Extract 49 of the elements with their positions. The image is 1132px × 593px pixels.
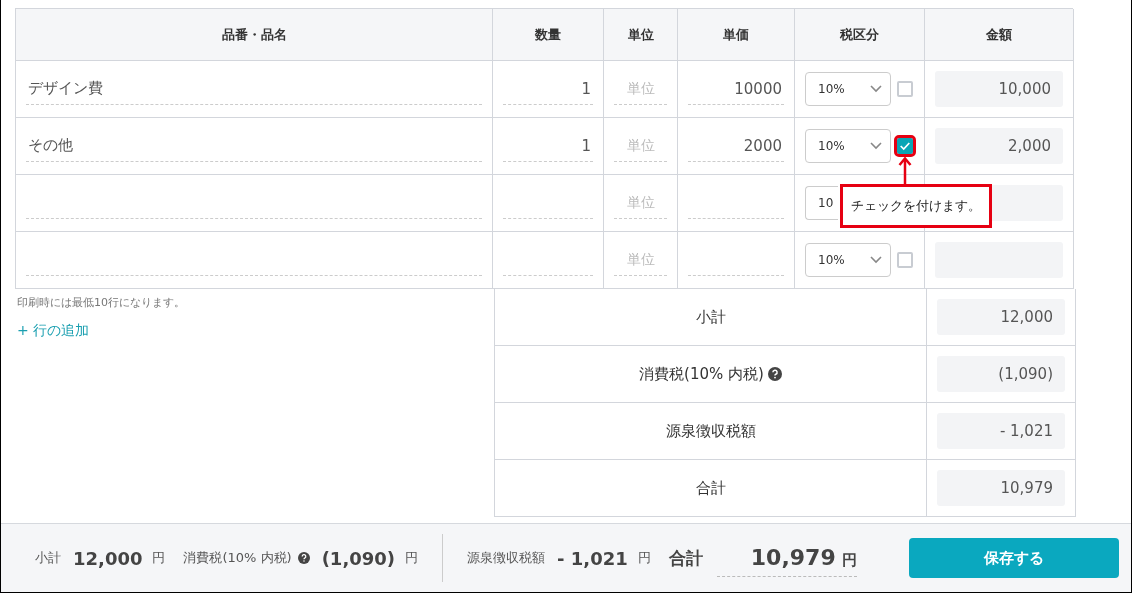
yen-unit: 円	[405, 549, 419, 567]
help-icon[interactable]	[767, 367, 782, 381]
column-header: 単位	[604, 9, 678, 61]
item-name-field[interactable]: デザイン費	[26, 73, 482, 105]
quantity-field[interactable]: 1	[503, 130, 593, 162]
tax-rate-select[interactable]: 10%	[805, 72, 891, 106]
summary-value: 12,000	[937, 299, 1065, 335]
tax-rate-select[interactable]: 10%	[805, 243, 891, 277]
column-header: 税区分	[795, 9, 925, 61]
summary-label: 消費税(10% 内税)	[639, 364, 764, 384]
summary-value: (1,090)	[937, 356, 1065, 392]
total-label: 合計	[668, 546, 703, 570]
quantity-field[interactable]: 1	[503, 73, 593, 105]
withholding-checkbox[interactable]	[897, 138, 913, 154]
summary-value: 10,979	[937, 470, 1065, 506]
footer-label: 小計	[35, 549, 61, 567]
footer-label: 源泉徴収税額	[467, 549, 546, 567]
total-value: 10,979	[750, 545, 836, 570]
amount-field: 2,000	[935, 128, 1063, 164]
summary-label: 源泉徴収税額	[665, 421, 756, 441]
chevron-down-icon	[870, 256, 882, 264]
tax-rate-select[interactable]: 10	[805, 186, 838, 220]
callout-arrow	[898, 156, 912, 186]
amount-field: 10,000	[935, 71, 1063, 107]
footer-value: 12,000	[73, 547, 143, 569]
item-name-field[interactable]: その他	[26, 130, 482, 162]
withholding-checkbox[interactable]	[897, 81, 913, 97]
summary-value: - 1,021	[937, 413, 1065, 449]
footer-value: - 1,021	[557, 547, 628, 569]
tax-rate-select[interactable]: 10%	[805, 129, 891, 163]
column-header: 単価	[678, 9, 795, 61]
column-header: 品番・品名	[16, 9, 493, 61]
footer-label: 消費税(10% 内税)	[183, 549, 292, 567]
column-header: 数量	[493, 9, 604, 61]
chevron-down-icon	[870, 85, 882, 93]
summary-label: 合計	[695, 478, 726, 498]
print-note: 印刷時には最低10行になります。	[17, 295, 185, 310]
yen-unit: 円	[637, 549, 651, 567]
summary-label: 小計	[695, 307, 726, 327]
yen-unit: 円	[841, 551, 857, 570]
price-field[interactable]: 2000	[688, 130, 784, 162]
price-field[interactable]: 10000	[688, 73, 784, 105]
yen-unit: 円	[152, 549, 166, 567]
chevron-down-icon	[870, 142, 882, 150]
footer-value: (1,090)	[321, 547, 396, 569]
callout-tooltip: チェックを付けます。	[840, 184, 992, 228]
column-header: 金額	[925, 9, 1074, 61]
help-icon[interactable]	[297, 552, 310, 564]
withholding-checkbox[interactable]	[897, 252, 913, 268]
